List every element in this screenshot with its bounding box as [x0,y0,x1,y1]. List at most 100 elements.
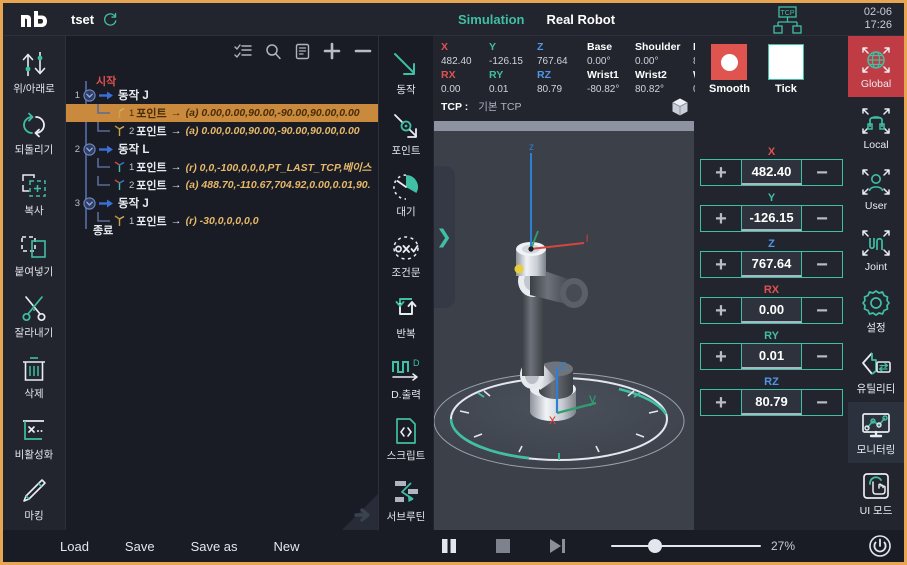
chevron-down-icon[interactable] [83,196,96,210]
jog-minus-button[interactable]: − [802,390,842,415]
tab-real-robot[interactable]: Real Robot [546,12,615,27]
smooth-mode-button[interactable]: Smooth [709,44,750,95]
sidebar-item-disable[interactable]: 비활성화 [3,407,65,468]
bottom-bar: Load Save Save as New 27% [3,530,904,562]
3d-viewport[interactable]: z l z y x ❯ [434,121,694,536]
sidebar-item-joint[interactable]: Joint [848,219,904,280]
command-condition[interactable]: 조건문 [379,225,434,286]
command-digital-output[interactable]: D D.출력 [379,347,434,408]
readout-val-ry: 0.01 [489,84,509,95]
refresh-icon[interactable] [103,12,118,27]
jog-minus-button[interactable]: − [802,206,842,231]
tcp-axes-icon [113,161,126,173]
sidebar-item-paste[interactable]: 붙여넣기 [3,224,65,285]
readout-key-z: Z [537,41,544,53]
tree-node-row[interactable]: 2 동작 L [66,140,379,158]
stop-icon[interactable] [493,536,513,556]
sidebar-item-utility[interactable]: 유틸리티 [848,341,904,402]
center-panel: X Y Z Base Shoulder Elbow 482.40 -126.15… [433,35,725,536]
sidebar-label: Local [863,138,889,151]
command-script[interactable]: 스크립트 [379,408,434,469]
pose-readout: X Y Z Base Shoulder Elbow 482.40 -126.15… [433,36,725,122]
jog-plus-button[interactable]: + [701,298,741,323]
jog-value-field[interactable]: 482.40 [741,160,802,185]
jog-plus-button[interactable]: + [701,344,741,369]
tree-point-value: (a) 488.70,-110.67,704.92,0.00,0.01,90. [185,179,371,191]
command-motion[interactable]: 동작 [379,42,434,103]
jog-plus-button[interactable]: + [701,160,741,185]
sidebar-item-user[interactable]: User [848,158,904,219]
pause-icon[interactable] [439,536,459,556]
sidebar-item-settings[interactable]: 설정 [848,280,904,341]
command-point[interactable]: 포인트 [379,103,434,164]
jog-minus-button[interactable]: − [802,344,842,369]
checklist-icon[interactable] [234,43,252,59]
new-button[interactable]: New [274,539,300,554]
readout-val-wrist2: 80.82° [635,84,665,95]
save-button[interactable]: Save [125,539,155,554]
minus-icon[interactable] [354,42,372,60]
sidebar-label: 복사 [24,205,44,217]
sidebar-item-marking[interactable]: 마킹 [3,468,65,529]
tree-point-row[interactable]: 1 포인트 → (a) 0.00,0.00,90.00,-90.00,90.00,0.… [66,104,379,122]
search-icon[interactable] [265,43,282,60]
jog-value-field[interactable]: 767.64 [741,252,802,277]
jog-plus-button[interactable]: + [701,206,741,231]
save-as-button[interactable]: Save as [191,539,238,554]
tree-point-arrow: → [170,107,182,119]
tree-point-row[interactable]: 2 포인트 → (a) 488.70,-110.67,704.92,0.00,0.01… [66,176,379,194]
speed-slider[interactable] [611,539,761,553]
jog-minus-button[interactable]: − [802,298,842,323]
jog-plus-button[interactable]: + [701,252,741,277]
slider-knob[interactable] [647,539,662,553]
sidebar-item-monitoring[interactable]: 모니터링 [848,402,904,463]
jog-axis-row: +482.40− [700,159,843,186]
command-loop[interactable]: 반복 [379,286,434,347]
chevron-down-icon[interactable] [83,88,96,102]
jog-value-field[interactable]: 0.01 [741,344,802,369]
jog-minus-button[interactable]: − [802,160,842,185]
jog-plus-button[interactable]: + [701,390,741,415]
plus-icon[interactable] [323,42,341,60]
tree-node-row[interactable]: 3 동작 J [66,194,379,212]
sidebar-item-undo[interactable]: 되돌리기 [3,102,65,163]
panel-expand-chevron-icon[interactable]: ❯ [434,166,455,308]
sidebar-item-move-updown[interactable]: 위/아래로 [3,41,65,102]
tree-node-row[interactable]: 1 동작 J [66,86,379,104]
sidebar-item-global[interactable]: Global [848,36,904,97]
tick-mode-button[interactable]: Tick [767,44,804,95]
sidebar-item-cut[interactable]: 잘라내기 [3,285,65,346]
jog-axis-title: RX [763,284,780,296]
sidebar-item-local[interactable]: Local [848,97,904,158]
tree-branch-line [96,104,112,122]
chevron-down-icon[interactable] [83,142,96,156]
tree-row-number: 2 [74,143,80,155]
command-subroutine[interactable]: 서브루틴 [379,469,434,530]
load-button[interactable]: Load [60,539,89,554]
tcp-value[interactable]: 기본 TCP [478,99,521,114]
sidebar-label: User [864,199,888,212]
tab-simulation[interactable]: Simulation [458,12,524,27]
jog-axis-group: X +482.40− [700,146,843,186]
jog-value-field[interactable]: 80.79 [741,390,802,415]
sidebar-item-ui-mode[interactable]: UI 모드 [848,463,904,524]
step-forward-icon[interactable] [547,536,567,556]
jog-minus-button[interactable]: − [802,252,842,277]
sidebar-item-delete[interactable]: 삭제 [3,346,65,407]
cube-view-icon[interactable] [671,97,689,122]
execution-arrow-icon [99,198,114,209]
tree-point-row[interactable]: 1 포인트 → (r) 0,0,-100,0,0,0,PT_LAST_TCP,베이스 [66,158,379,176]
jog-axis-group: RX +0.00− [700,284,843,324]
power-icon[interactable] [868,534,892,558]
tree-point-value: (a) 0.00,0.00,90.00,-90.00,90.00,0.00 [185,107,360,119]
jog-value-field[interactable]: 0.00 [741,298,802,323]
tree-row-number: 1 [74,89,80,101]
tree-point-row[interactable]: 2 포인트 → (a) 0.00,0.00,90.00,-90.00,90.00,0.… [66,122,379,140]
marker-pen-icon [20,474,48,507]
command-wait[interactable]: 대기 [379,164,434,225]
file-buttons: Load Save Save as New [60,539,300,554]
slider-track [611,544,761,548]
sidebar-item-copy[interactable]: 복사 [3,163,65,224]
notes-icon[interactable] [295,43,310,60]
jog-value-field[interactable]: -126.15 [741,206,802,231]
